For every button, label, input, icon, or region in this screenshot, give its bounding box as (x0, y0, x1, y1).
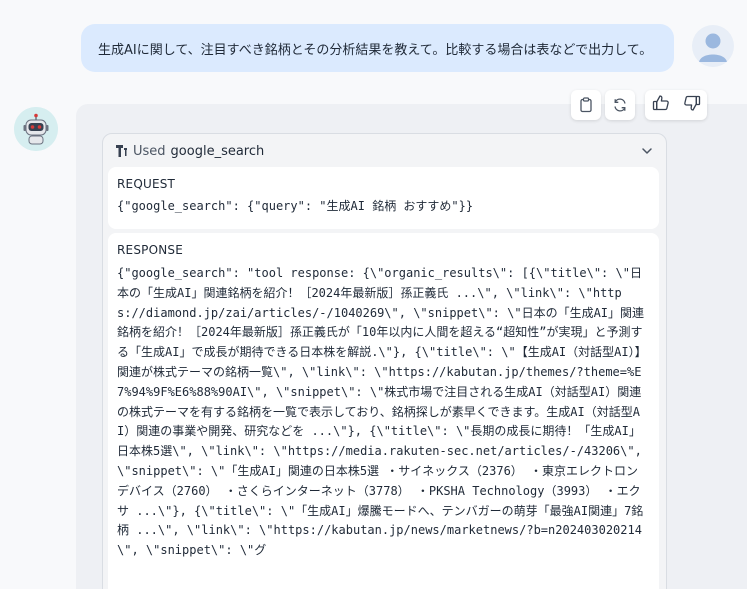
thumbs-down-icon (683, 95, 700, 111)
robot-avatar-icon (14, 107, 58, 151)
thumbs-down-button[interactable] (683, 94, 701, 116)
response-label: RESPONSE (117, 243, 183, 257)
thumbs-up-button[interactable] (652, 94, 670, 116)
feedback-buttons (645, 90, 707, 120)
thumbs-up-icon (652, 95, 669, 111)
request-label: REQUEST (117, 177, 176, 191)
refresh-icon (614, 98, 626, 112)
copy-button[interactable] (571, 90, 601, 120)
chat-page: 生成AIに関して、注目すべき銘柄とその分析結果を教えて。比較する場合は表などで出… (0, 0, 747, 589)
user-avatar-icon (692, 25, 734, 67)
response-body: {"google_search": "tool response: {\"org… (117, 266, 650, 558)
user-message-bubble: 生成AIに関して、注目すべき銘柄とその分析結果を教えて。比較する場合は表などで出… (81, 24, 674, 72)
tool-used-label: Used (133, 143, 166, 159)
tool-call-header[interactable]: Used google_search (103, 134, 666, 168)
response-section: RESPONSE {"google_search": "tool respons… (108, 233, 659, 589)
tool-call-card: Used google_search REQUEST {"google_sear… (102, 133, 667, 589)
user-message-text: 生成AIに関して、注目すべき銘柄とその分析結果を教えて。比較する場合は表などで出… (98, 42, 653, 58)
chevron-down-icon[interactable] (640, 144, 654, 158)
request-body: {"google_search": {"query": "生成AI 銘柄 おすす… (117, 199, 474, 213)
regenerate-button[interactable] (605, 90, 635, 120)
tool-icon (116, 145, 127, 157)
copy-icon (580, 97, 592, 113)
request-section: REQUEST {"google_search": {"query": "生成A… (108, 167, 659, 229)
tool-name: google_search (170, 143, 265, 159)
